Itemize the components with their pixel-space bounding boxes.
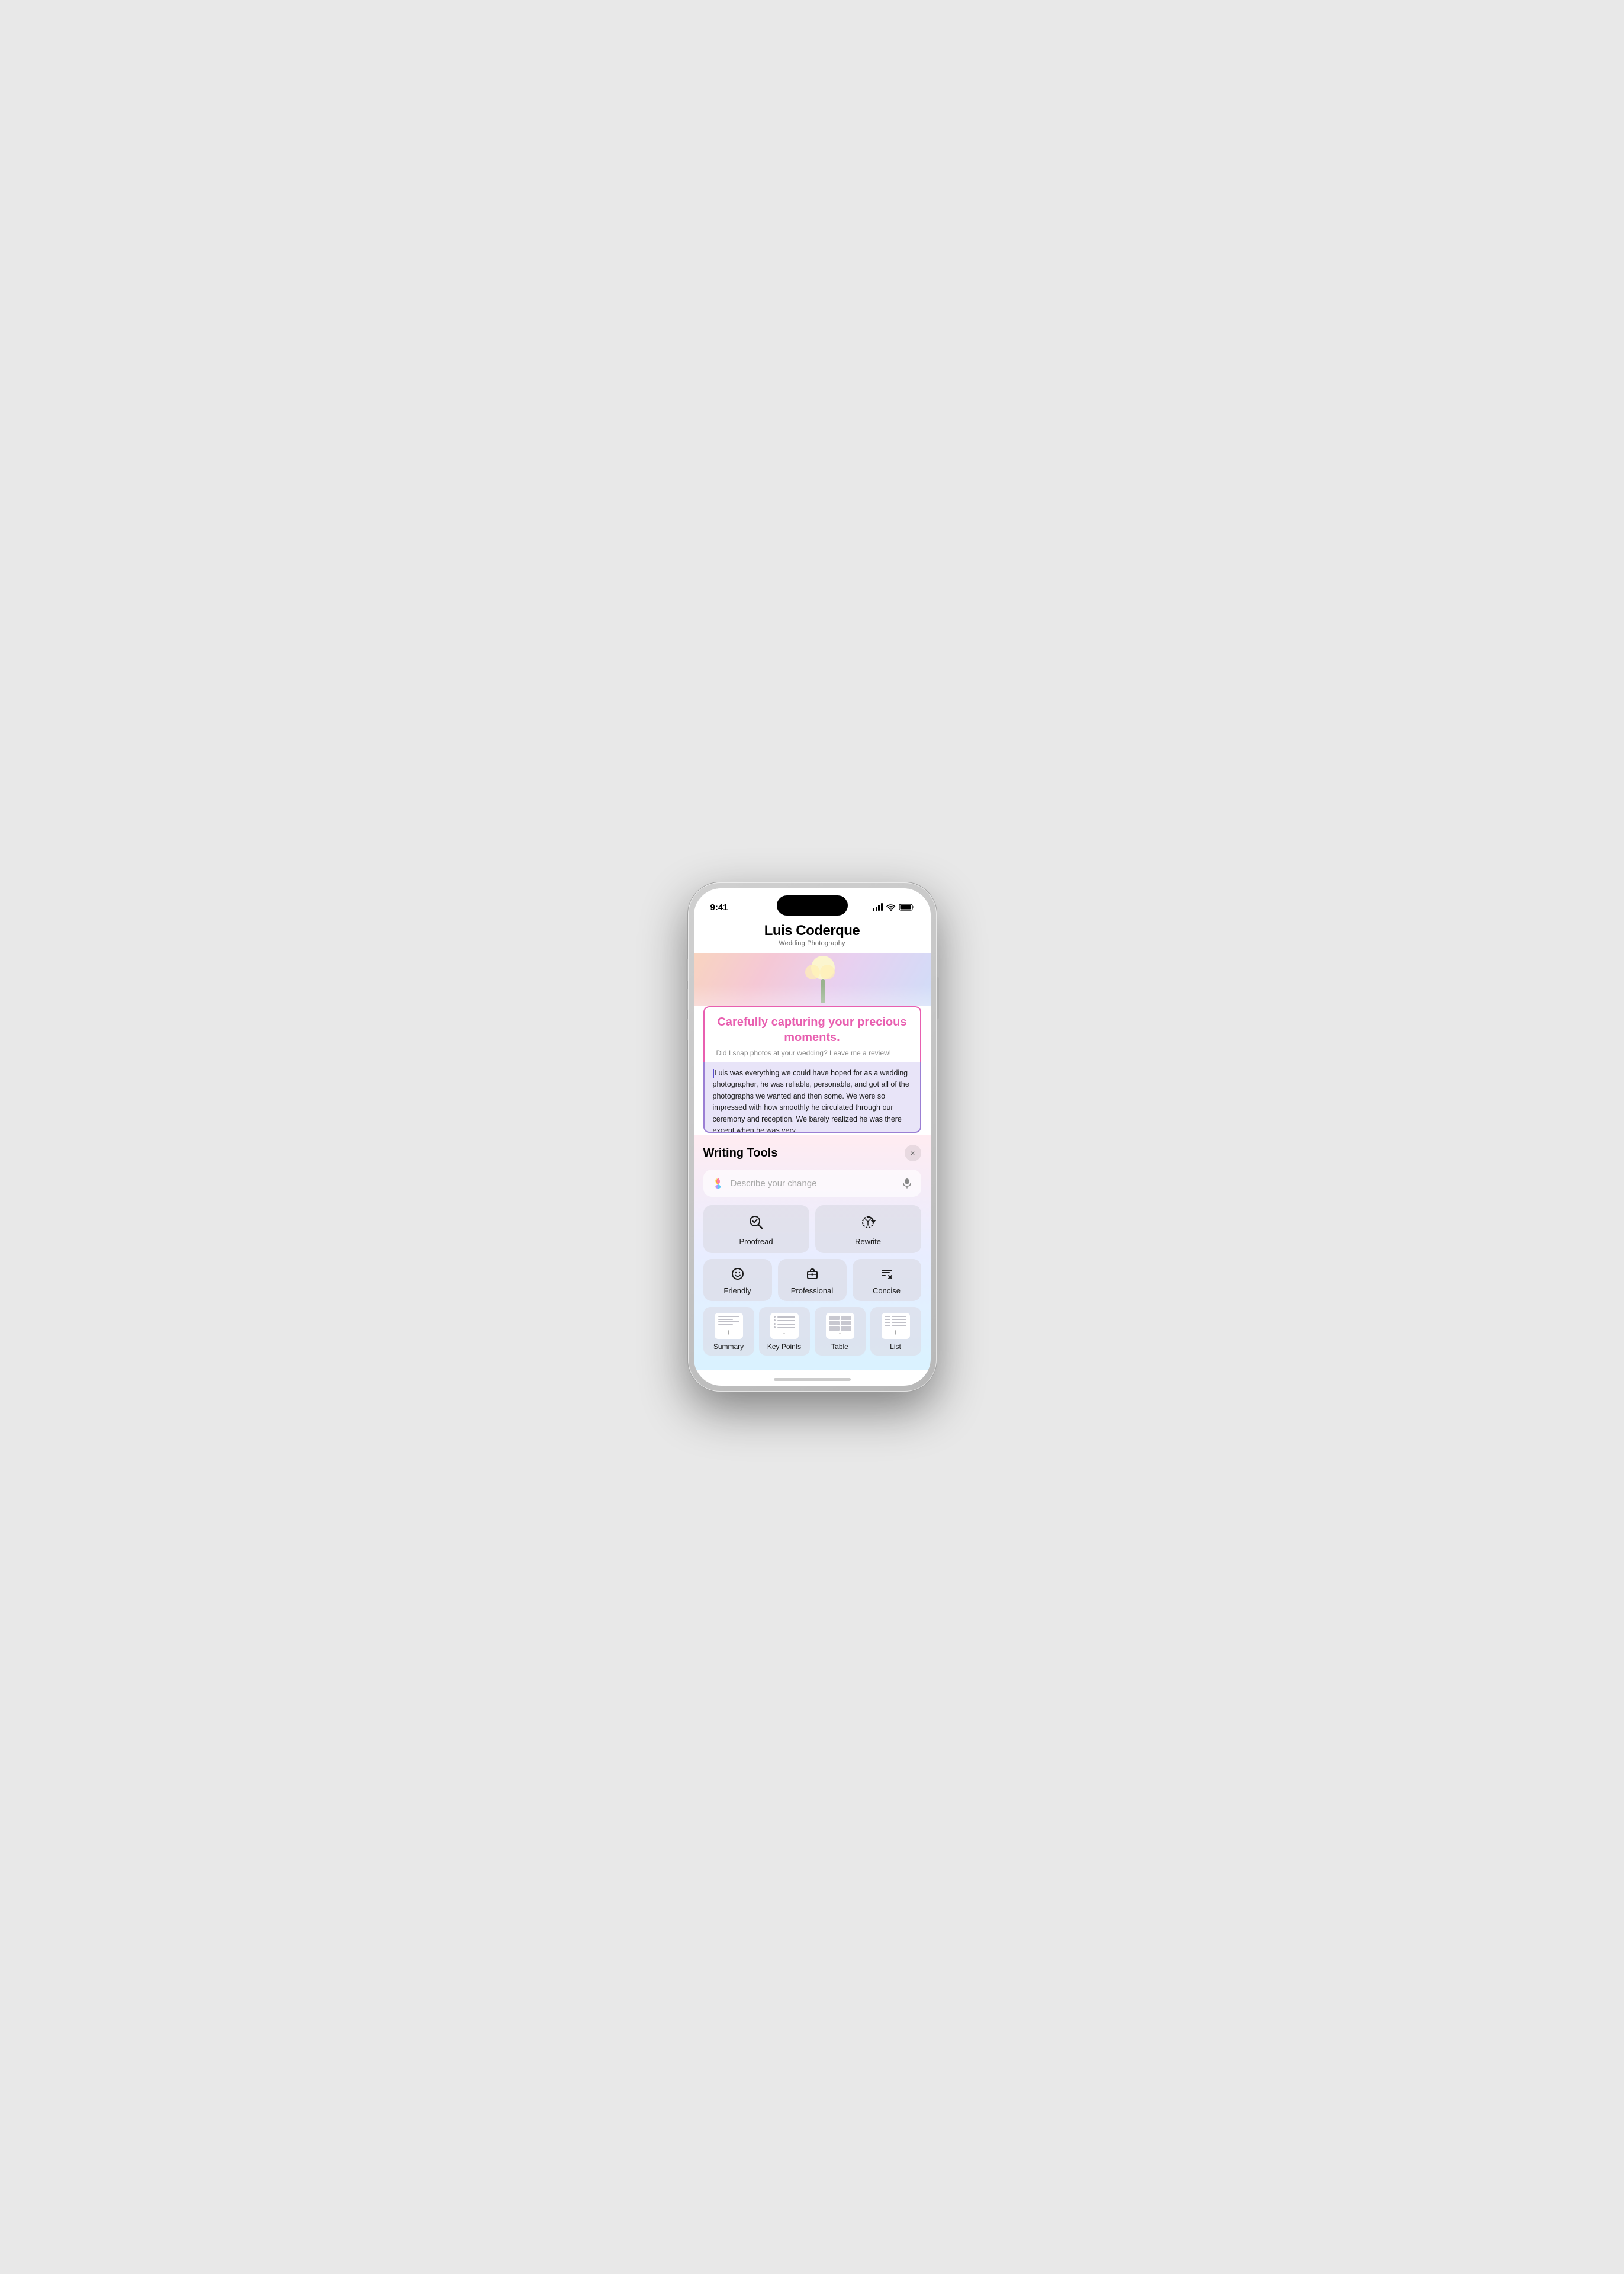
phone-screen: 9:41: [694, 888, 931, 1386]
battery-icon: [899, 904, 914, 911]
tone-tools-row: Friendly Professional: [703, 1259, 921, 1301]
professional-label: Professional: [791, 1286, 834, 1295]
describe-change-input[interactable]: Describe your change: [703, 1170, 921, 1197]
professional-icon: [806, 1267, 819, 1283]
format-tools-row: ↓ Summary: [703, 1307, 921, 1356]
app-title: Luis Coderque: [706, 923, 919, 939]
table-label: Table: [831, 1342, 848, 1351]
proofread-button[interactable]: Proofread: [703, 1205, 809, 1253]
key-points-doc-icon: ↓: [770, 1313, 799, 1339]
rewrite-button[interactable]: Rewrite: [815, 1205, 921, 1253]
content-card: Carefully capturing your precious moment…: [703, 1006, 921, 1062]
signal-icon: [873, 904, 883, 911]
describe-placeholder: Describe your change: [731, 1178, 895, 1189]
proofread-icon: [748, 1215, 764, 1232]
status-time: 9:41: [710, 902, 728, 913]
app-header: Luis Coderque Wedding Photography: [694, 918, 931, 953]
concise-button[interactable]: Concise: [853, 1259, 921, 1301]
microphone-icon[interactable]: [901, 1177, 913, 1189]
phone-frame: 9:41: [688, 882, 937, 1392]
home-indicator: [774, 1378, 851, 1381]
list-label: List: [890, 1342, 901, 1351]
key-points-button[interactable]: ↓ Key Points: [759, 1307, 810, 1356]
rewrite-icon: [860, 1215, 876, 1232]
proofread-label: Proofread: [739, 1237, 773, 1246]
writing-tools-title: Writing Tools: [703, 1146, 778, 1160]
friendly-button[interactable]: Friendly: [703, 1259, 772, 1301]
table-doc-icon: ↓: [826, 1313, 854, 1339]
selected-text-area[interactable]: Luis was everything we could have hoped …: [703, 1062, 921, 1133]
app-subtitle: Wedding Photography: [706, 940, 919, 947]
close-button[interactable]: ×: [905, 1145, 921, 1161]
dynamic-island: [777, 895, 848, 916]
tagline-text: Carefully capturing your precious moment…: [705, 1007, 920, 1049]
content-area: Carefully capturing your precious moment…: [694, 953, 931, 1133]
concise-icon: [880, 1267, 893, 1283]
wedding-photo: [694, 953, 931, 1006]
summary-button[interactable]: ↓ Summary: [703, 1307, 754, 1356]
review-prompt: Did I snap photos at your wedding? Leave…: [705, 1049, 920, 1062]
review-text: Luis was everything we could have hoped …: [713, 1068, 912, 1133]
list-doc-icon: ↓: [882, 1313, 910, 1339]
writing-tools-header: Writing Tools ×: [703, 1145, 921, 1161]
professional-button[interactable]: Professional: [778, 1259, 847, 1301]
summary-doc-icon: ↓: [715, 1313, 743, 1339]
status-icons: [873, 904, 914, 911]
apple-intelligence-icon: [712, 1177, 725, 1190]
friendly-icon: [731, 1267, 744, 1283]
friendly-label: Friendly: [723, 1286, 751, 1295]
key-points-label: Key Points: [767, 1342, 801, 1351]
summary-label: Summary: [713, 1342, 744, 1351]
rewrite-label: Rewrite: [855, 1237, 881, 1246]
table-button[interactable]: ↓ Table: [815, 1307, 866, 1356]
list-button[interactable]: ↓ List: [870, 1307, 921, 1356]
wifi-icon: [886, 904, 896, 911]
text-cursor: [713, 1069, 714, 1078]
writing-tools-panel: Writing Tools × Describe your change: [694, 1135, 931, 1370]
primary-tools-row: Proofread Rewrite: [703, 1205, 921, 1253]
concise-label: Concise: [873, 1286, 901, 1295]
